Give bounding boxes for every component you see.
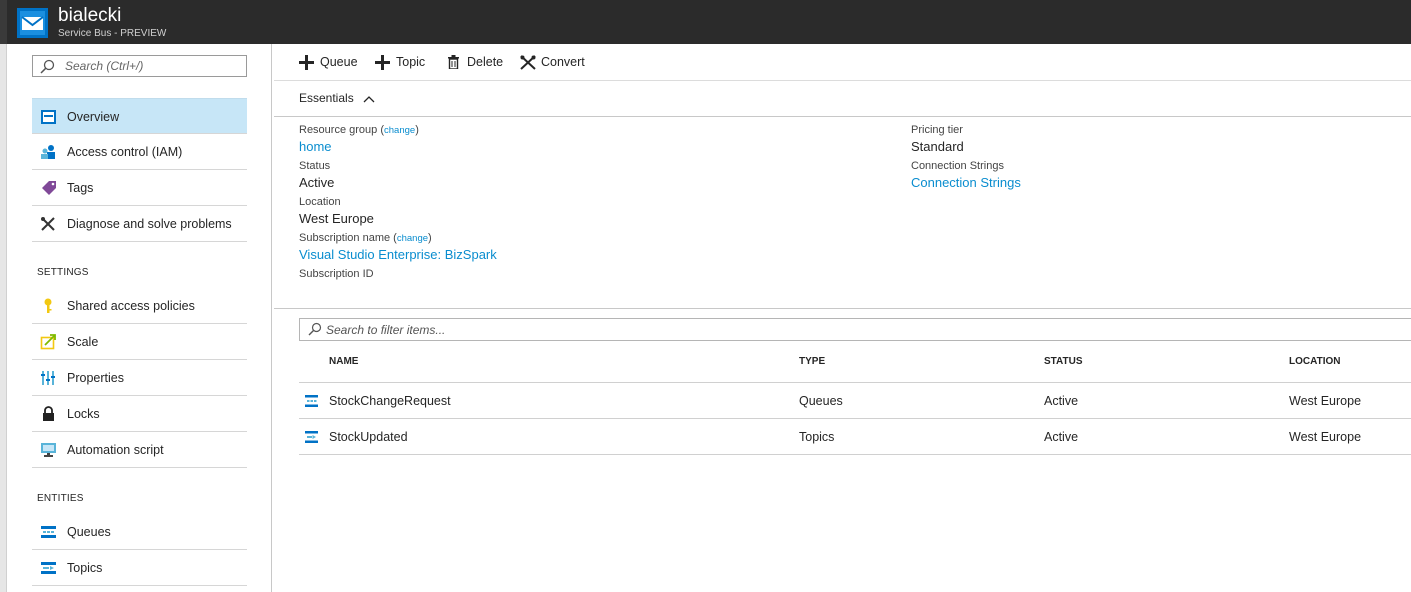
plus-icon [299, 55, 314, 70]
sidebar-item-label: Overview [67, 110, 120, 124]
sidebar: Search (Ctrl+/) Overview Access control … [7, 44, 272, 592]
blade-edge [0, 44, 7, 592]
row-location: West Europe [1289, 430, 1362, 444]
row-type: Queues [799, 394, 843, 408]
sidebar-search-input[interactable]: Search (Ctrl+/) [32, 55, 247, 77]
service-bus-icon [17, 8, 48, 38]
sidebar-item-access-control[interactable]: Access control (IAM) [32, 134, 247, 170]
row-name: StockChangeRequest [329, 394, 451, 408]
sidebar-item-overview[interactable]: Overview [32, 98, 247, 134]
location-label: Location [299, 196, 341, 208]
essentials-divider [274, 116, 1411, 117]
sidebar-item-label: Tags [67, 181, 94, 195]
overview-icon [41, 110, 56, 124]
delete-label: Delete [467, 55, 504, 69]
essentials-bottom-divider [274, 308, 1411, 309]
filter-input[interactable]: Search to filter items... [299, 318, 1411, 341]
search-icon [40, 59, 55, 74]
tag-icon [42, 181, 56, 195]
key-icon [44, 298, 52, 313]
pricing-tier-value: Standard [911, 139, 964, 154]
row-name: StockUpdated [329, 430, 408, 444]
sidebar-item-diagnose[interactable]: Diagnose and solve problems [32, 206, 247, 242]
command-bar: Queue Topic Delete Convert [274, 44, 1411, 81]
row-status: Active [1044, 430, 1079, 444]
status-label: Status [299, 160, 331, 172]
table-row[interactable]: StockUpdated Topics Active West Europe [299, 419, 1411, 455]
sidebar-item-label: Automation script [67, 443, 164, 457]
page-title: bialecki [58, 5, 122, 26]
sidebar-item-label: Locks [67, 407, 100, 421]
search-icon [308, 322, 322, 336]
sidebar-item-label: Diagnose and solve problems [67, 217, 232, 231]
change-subscription-link[interactable]: change [397, 233, 428, 244]
entities-heading: ENTITIES [37, 493, 84, 504]
access-control-icon [41, 145, 55, 159]
subscription-name-label-text: Subscription name [299, 232, 391, 244]
filter-placeholder: Search to filter items... [326, 323, 446, 337]
change-resource-group-link[interactable]: change [384, 125, 415, 136]
trash-icon [448, 55, 459, 69]
location-value: West Europe [299, 211, 374, 226]
page-subtitle: Service Bus - PREVIEW [58, 28, 167, 39]
properties-icon [41, 371, 55, 385]
automation-icon [41, 443, 56, 457]
connection-strings-label: Connection Strings [911, 160, 1004, 172]
connection-strings-link[interactable]: Connection Strings [911, 175, 1021, 190]
add-queue-button[interactable]: Queue [299, 54, 359, 72]
sidebar-item-locks[interactable]: Locks [32, 396, 247, 432]
column-header-type[interactable]: TYPE [799, 356, 825, 367]
row-type: Topics [799, 430, 835, 444]
row-location: West Europe [1289, 394, 1362, 408]
add-queue-label: Queue [320, 55, 358, 69]
add-topic-label: Topic [396, 55, 426, 69]
subscription-name-label: Subscription name (change) [299, 232, 432, 244]
queue-icon [41, 526, 56, 538]
header-edge [0, 0, 7, 44]
scale-icon [40, 334, 56, 350]
sidebar-item-shared-access-policies[interactable]: Shared access policies [32, 288, 247, 324]
chevron-up-icon [363, 95, 375, 103]
delete-button[interactable]: Delete [447, 54, 505, 72]
convert-icon [520, 55, 536, 70]
sidebar-item-label: Shared access policies [67, 299, 195, 313]
sidebar-item-label: Scale [67, 335, 99, 349]
lock-icon [43, 406, 54, 421]
add-topic-button[interactable]: Topic [375, 54, 431, 72]
topic-icon [41, 562, 56, 574]
subscription-id-label: Subscription ID [299, 268, 374, 280]
sidebar-item-topics[interactable]: Topics [32, 550, 247, 586]
table-row[interactable]: StockChangeRequest Queues Active West Eu… [299, 383, 1411, 419]
topic-icon [305, 431, 318, 443]
sidebar-item-tags[interactable]: Tags [32, 170, 247, 206]
column-header-status[interactable]: STATUS [1044, 356, 1083, 367]
sidebar-item-label: Properties [67, 371, 124, 385]
sidebar-item-label: Topics [67, 561, 103, 575]
resource-group-label-text: Resource group [299, 124, 378, 136]
row-status: Active [1044, 394, 1079, 408]
sidebar-item-label: Access control (IAM) [67, 145, 183, 159]
pricing-tier-label: Pricing tier [911, 124, 963, 136]
essentials-title: Essentials [299, 91, 354, 105]
sidebar-item-queues[interactable]: Queues [32, 514, 247, 550]
subscription-name-link[interactable]: Visual Studio Enterprise: BizSpark [299, 247, 497, 262]
column-header-location[interactable]: LOCATION [1289, 356, 1340, 367]
sidebar-item-label: Queues [67, 525, 111, 539]
column-header-name[interactable]: NAME [329, 356, 358, 367]
resource-group-link[interactable]: home [299, 139, 332, 154]
queue-icon [305, 395, 318, 407]
convert-button[interactable]: Convert [520, 54, 586, 72]
sidebar-item-automation-script[interactable]: Automation script [32, 432, 247, 468]
top-bar: bialecki Service Bus - PREVIEW [0, 0, 1411, 44]
wrench-icon [41, 217, 55, 231]
resource-group-label: Resource group (change) [299, 124, 419, 136]
essentials-toggle[interactable]: Essentials [299, 91, 375, 105]
convert-label: Convert [541, 55, 585, 69]
settings-heading: SETTINGS [37, 267, 89, 278]
sidebar-search-placeholder: Search (Ctrl+/) [65, 59, 144, 73]
sidebar-item-scale[interactable]: Scale [32, 324, 247, 360]
status-value: Active [299, 175, 335, 190]
plus-icon [375, 55, 390, 70]
sidebar-item-properties[interactable]: Properties [32, 360, 247, 396]
